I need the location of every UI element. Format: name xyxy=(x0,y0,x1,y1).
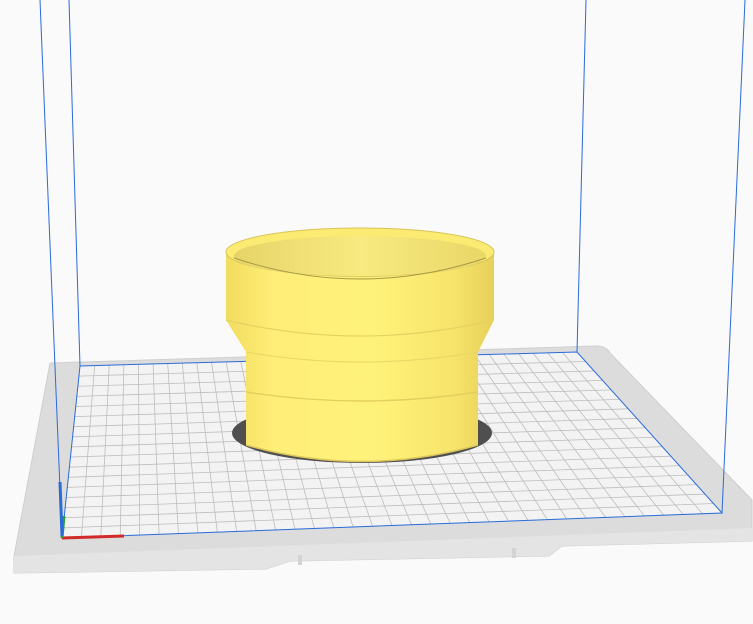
scene-canvas[interactable] xyxy=(0,0,753,624)
plate-clip-left xyxy=(298,555,302,565)
model-body xyxy=(226,252,494,462)
model-cup[interactable] xyxy=(225,227,495,463)
model-inner-wall xyxy=(234,236,486,276)
x-axis-indicator xyxy=(61,534,125,540)
3d-viewport[interactable] xyxy=(0,0,753,624)
z-axis-indicator xyxy=(58,481,64,537)
plate-clip-right xyxy=(512,548,516,558)
